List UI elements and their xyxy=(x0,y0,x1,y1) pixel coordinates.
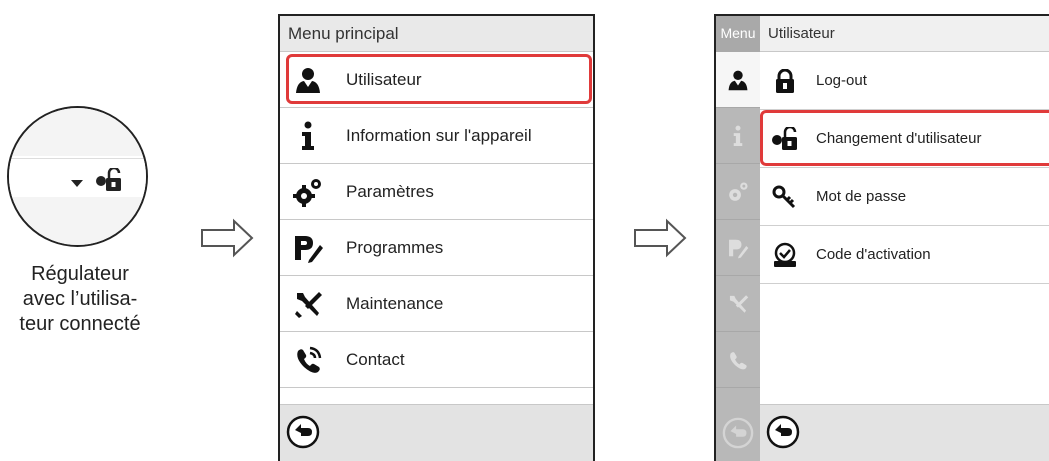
sidebar-item-programs[interactable] xyxy=(716,220,760,276)
user-menu-content: Utilisateur Log-out Changement d'utilisa… xyxy=(760,16,1049,461)
zoom-bottom-band xyxy=(9,197,146,245)
zoom-top-band xyxy=(9,108,146,156)
menu-item-settings[interactable]: Paramètres xyxy=(280,164,593,220)
menu-item-contact[interactable]: Contact xyxy=(280,332,593,388)
contact-phone-icon xyxy=(730,351,747,369)
info-icon xyxy=(733,125,743,146)
padlock-icon xyxy=(776,68,794,93)
selection-highlight xyxy=(286,54,592,104)
sidebar-item-maintenance[interactable] xyxy=(716,276,760,332)
main-menu-panel: Menu principal Utilisateur Information s… xyxy=(278,14,595,461)
logged-in-user-lock-icon[interactable] xyxy=(95,168,123,192)
caption-line-1: Régulateur xyxy=(31,263,129,285)
menu-item-log-out[interactable]: Log-out xyxy=(760,52,1049,110)
menu-sidebar: Menu xyxy=(716,16,760,461)
right-arrow-icon xyxy=(201,218,254,258)
caption-line-2: avec l’utilisa- xyxy=(22,288,138,310)
caption-text: Régulateur avec l’utilisa- teur connecté xyxy=(0,262,160,337)
menu-item-device-information[interactable]: Information sur l'appareil xyxy=(280,108,593,164)
maintenance-tools-icon xyxy=(295,291,322,318)
sidebar-item-settings[interactable] xyxy=(716,164,760,220)
menu-item-activation-code[interactable]: Code d'activation xyxy=(760,226,1049,284)
menu-item-label: Information sur l'appareil xyxy=(346,125,532,145)
key-icon xyxy=(772,185,796,208)
main-menu-title: Menu principal xyxy=(280,16,593,52)
menu-item-label: Maintenance xyxy=(346,293,444,313)
menu-item-label: Code d'activation xyxy=(816,246,931,263)
selection-highlight xyxy=(760,110,1049,166)
contact-phone-icon xyxy=(297,346,322,373)
activation-code-icon xyxy=(774,242,796,267)
menu-item-maintenance[interactable]: Maintenance xyxy=(280,276,593,332)
caption-line-3: teur connecté xyxy=(19,313,141,335)
menu-item-label: Contact xyxy=(346,349,405,369)
menu-item-password[interactable]: Mot de passe xyxy=(760,168,1049,226)
back-arrow-icon[interactable] xyxy=(286,415,320,449)
user-menu-footer xyxy=(760,404,1049,461)
programs-icon xyxy=(295,235,323,263)
sidebar-item-info[interactable] xyxy=(716,108,760,164)
right-arrow-icon xyxy=(634,218,687,258)
user-icon xyxy=(728,70,748,90)
menu-item-label: Mot de passe xyxy=(816,188,907,205)
info-icon xyxy=(302,121,314,150)
back-arrow-icon[interactable] xyxy=(766,415,800,449)
sidebar-title[interactable]: Menu xyxy=(716,16,760,52)
user-menu-panel: Menu Utilisateur Log-out Changement d'ut… xyxy=(714,14,1049,461)
programs-icon xyxy=(729,239,749,258)
sidebar-item-user[interactable] xyxy=(716,52,760,108)
menu-item-label: Log-out xyxy=(816,72,867,89)
user-menu-title: Utilisateur xyxy=(760,16,1049,52)
sidebar-item-contact[interactable] xyxy=(716,332,760,388)
main-menu-footer xyxy=(280,404,593,461)
zoom-status-strip xyxy=(9,158,146,200)
status-zoom-circle xyxy=(7,106,148,247)
settings-gears-icon xyxy=(729,181,748,201)
maintenance-tools-icon xyxy=(729,294,749,313)
back-arrow-icon xyxy=(722,417,754,449)
menu-item-label: Paramètres xyxy=(346,181,434,201)
menu-item-label: Programmes xyxy=(346,237,444,257)
settings-gears-icon xyxy=(293,178,321,207)
dropdown-caret-icon[interactable] xyxy=(71,180,83,187)
menu-item-programs[interactable]: Programmes xyxy=(280,220,593,276)
